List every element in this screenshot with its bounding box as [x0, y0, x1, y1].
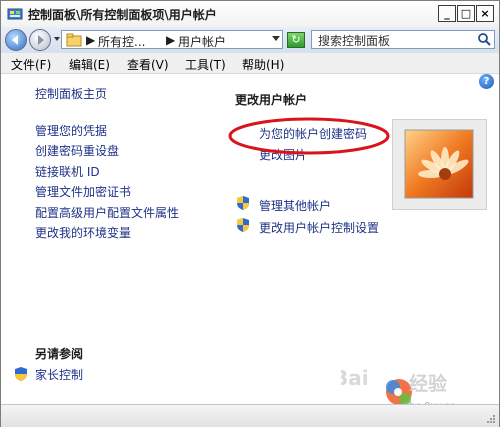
address-dropdown-icon[interactable]: [272, 36, 280, 41]
red-highlight-ellipse: [228, 117, 390, 155]
task-link-environment-variables[interactable]: 更改我的环境变量: [35, 224, 131, 241]
maximize-button[interactable]: □: [457, 5, 475, 22]
back-button[interactable]: [5, 29, 27, 51]
recent-pages-dropdown[interactable]: [54, 37, 60, 41]
control-panel-icon: [7, 8, 23, 20]
see-also-heading: 另请参阅: [35, 347, 84, 361]
search-icon[interactable]: [477, 32, 492, 47]
control-panel-window: 控制面板\所有控制面板项\用户帐户 _ □ × ▶ 所有控... ▶ 用户帐户: [0, 0, 500, 427]
content-area: 控制面板主页 管理您的凭据 创建密码重设盘 链接联机 ID 管理文件加密证书 配…: [1, 74, 499, 404]
user-picture-flower-icon: [404, 129, 474, 199]
address-bar[interactable]: ▶ 所有控... ▶ 用户帐户: [61, 30, 283, 49]
refresh-button[interactable]: ↻: [287, 32, 305, 48]
menu-view[interactable]: 查看(V): [127, 56, 169, 73]
user-picture-frame[interactable]: [392, 119, 487, 210]
resize-grip-icon[interactable]: [486, 414, 496, 424]
search-box[interactable]: 搜索控制面板: [311, 30, 495, 49]
task-link-password-reset-disk[interactable]: 创建密码重设盘: [35, 142, 119, 159]
crumb-separator-arrow-icon[interactable]: ▶: [166, 33, 175, 47]
parental-controls-link[interactable]: 家长控制: [35, 366, 83, 383]
back-arrow-icon: [12, 35, 18, 45]
task-link-online-id[interactable]: 链接联机 ID: [35, 163, 100, 180]
forward-button[interactable]: [29, 29, 51, 51]
task-link-manage-credentials[interactable]: 管理您的凭据: [35, 122, 107, 139]
shield-icon: [15, 367, 27, 381]
minimize-button[interactable]: _: [438, 5, 456, 22]
navigation-bar: ▶ 所有控... ▶ 用户帐户 ↻ 搜索控制面板: [1, 27, 499, 53]
crumb-separator-arrow-icon[interactable]: ▶: [86, 33, 95, 47]
task-link-encryption-certificates[interactable]: 管理文件加密证书: [35, 183, 131, 200]
close-button[interactable]: ×: [476, 5, 494, 22]
status-bar: [1, 404, 499, 427]
breadcrumb-all-items[interactable]: 所有控...: [98, 33, 145, 50]
search-input[interactable]: 搜索控制面板: [318, 32, 390, 49]
svg-text:Bai: Bai: [341, 366, 369, 390]
control-panel-home-link[interactable]: 控制面板主页: [35, 85, 107, 102]
window-title: 控制面板\所有控制面板项\用户帐户: [28, 8, 217, 22]
breadcrumb-user-accounts[interactable]: 用户帐户: [178, 33, 226, 50]
menu-help[interactable]: 帮助(H): [242, 56, 284, 73]
main-heading: 更改用户帐户: [235, 93, 308, 107]
menu-tools[interactable]: 工具(T): [185, 56, 226, 73]
task-link-advanced-profile[interactable]: 配置高级用户配置文件属性: [35, 204, 179, 221]
menu-bar: 文件(F) 编辑(E) 查看(V) 工具(T) 帮助(H): [1, 53, 499, 74]
shield-icon: [237, 218, 249, 232]
help-icon[interactable]: ?: [479, 74, 494, 89]
folder-icon: [66, 33, 82, 47]
menu-file[interactable]: 文件(F): [11, 56, 51, 73]
menu-edit[interactable]: 编辑(E): [69, 56, 110, 73]
uac-settings-link[interactable]: 更改用户帐户控制设置: [259, 219, 379, 236]
title-bar: 控制面板\所有控制面板项\用户帐户 _ □ ×: [1, 1, 499, 28]
shield-icon: [237, 196, 249, 210]
forward-arrow-icon: [38, 35, 44, 45]
manage-other-accounts-link[interactable]: 管理其他帐户: [259, 197, 331, 214]
watermark-text: 经验: [409, 373, 448, 395]
